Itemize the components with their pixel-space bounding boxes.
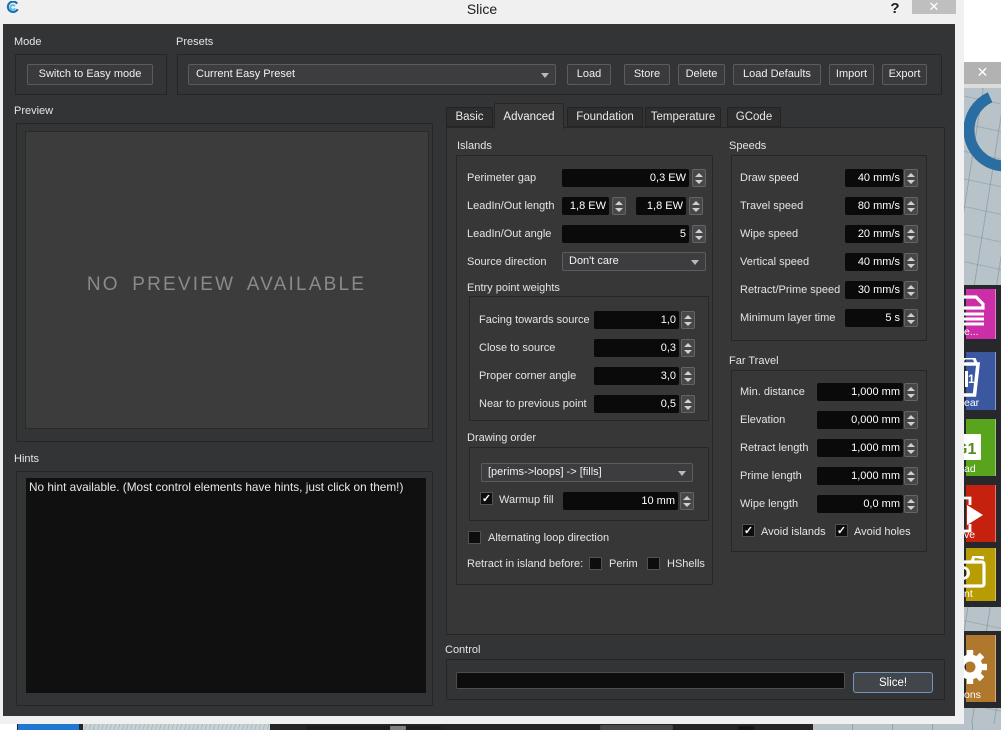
svg-text:1: 1	[968, 372, 975, 386]
svg-text:G1: G1	[962, 441, 976, 458]
